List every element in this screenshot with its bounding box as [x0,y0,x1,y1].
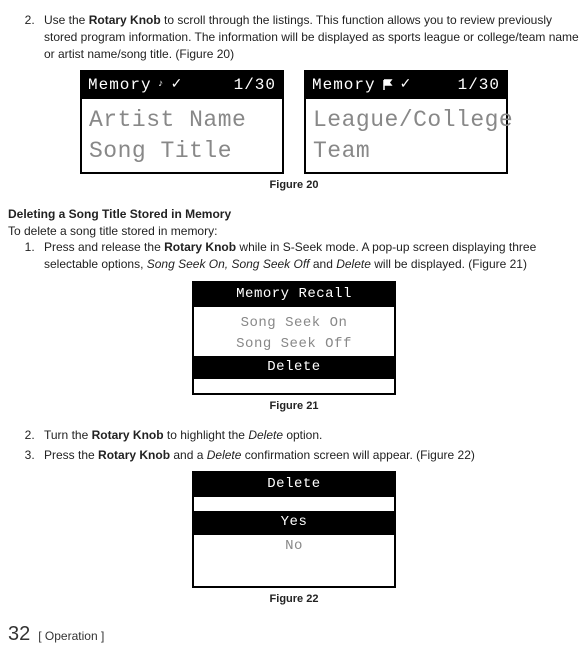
delete-no-option: No [194,535,394,559]
music-note-icon: ♪ [158,78,165,92]
figure-20-caption: Figure 20 [8,178,580,193]
lcd-screen-league: Memory ✓ 1/30 League/College Team [304,70,508,174]
memory-count: 1/30 [234,74,276,96]
page-footer: 32 [ Operation ] [8,620,580,648]
menu-footer-space [194,381,394,393]
delete-steps-list-2: Turn the Rotary Knob to highlight the De… [8,427,580,464]
lcd-line-1: League/College [313,105,499,136]
gap [194,497,394,511]
lcd-line-2: Song Title [89,136,275,167]
lcd-line-1: Artist Name [89,105,275,136]
delete-step-2: Turn the Rotary Knob to highlight the De… [38,427,580,444]
lcd-body: Artist Name Song Title [82,99,282,173]
rotary-knob-term: Rotary Knob [164,240,236,254]
menu-body: Song Seek On Song Seek Off Delete [194,307,394,382]
gap [194,558,394,586]
figure-21-caption: Figure 21 [8,399,580,414]
check-icon: ✓ [400,76,413,96]
rotary-knob-term: Rotary Knob [98,448,170,462]
section-heading: Deleting a Song Title Stored in Memory [8,206,580,223]
check-icon: ✓ [171,76,184,96]
lcd-header: Memory ♪ ✓ 1/30 [82,72,282,98]
menu-item-song-seek-off: Song Seek Off [194,334,394,356]
flag-icon [382,74,394,96]
menu-item-delete: Delete [194,356,394,380]
figure-22-caption: Figure 22 [8,592,580,607]
menu-item-song-seek-on: Song Seek On [194,313,394,335]
rotary-knob-term: Rotary Knob [89,13,161,27]
delete-steps-list-1: Press and release the Rotary Knob while … [8,239,580,273]
lcd-screen-artist: Memory ♪ ✓ 1/30 Artist Name Song Title [80,70,284,174]
lcd-body: League/College Team [306,99,506,173]
rotary-knob-term: Rotary Knob [92,428,164,442]
page-number: 32 [8,620,30,648]
delete-term: Delete [248,428,283,442]
section-label: [ Operation ] [38,628,104,645]
lcd-line-2: Team [313,136,499,167]
instruction-2: Use the Rotary Knob to scroll through th… [38,12,580,62]
delete-term: Delete [336,257,371,271]
section-intro: To delete a song title stored in memory: [8,223,580,240]
memory-recall-menu: Memory Recall Song Seek On Song Seek Off… [192,281,396,395]
memory-label: Memory [312,74,376,96]
instruction-list-top: Use the Rotary Knob to scroll through th… [8,12,580,62]
delete-step-1: Press and release the Rotary Knob while … [38,239,580,273]
text: Use the [44,13,89,27]
delete-step-3: Press the Rotary Knob and a Delete confi… [38,447,580,464]
option-names: Song Seek On, Song Seek Off [147,257,310,271]
delete-term: Delete [207,448,242,462]
memory-label: Memory [88,74,152,96]
delete-yes-option: Yes [194,511,394,535]
menu-title: Memory Recall [194,283,394,307]
figure-20-row: Memory ♪ ✓ 1/30 Artist Name Song Title M… [8,70,580,174]
memory-count: 1/30 [458,74,500,96]
delete-confirm-menu: Delete Yes No [192,471,396,588]
delete-title: Delete [194,473,394,497]
lcd-header: Memory ✓ 1/30 [306,72,506,98]
